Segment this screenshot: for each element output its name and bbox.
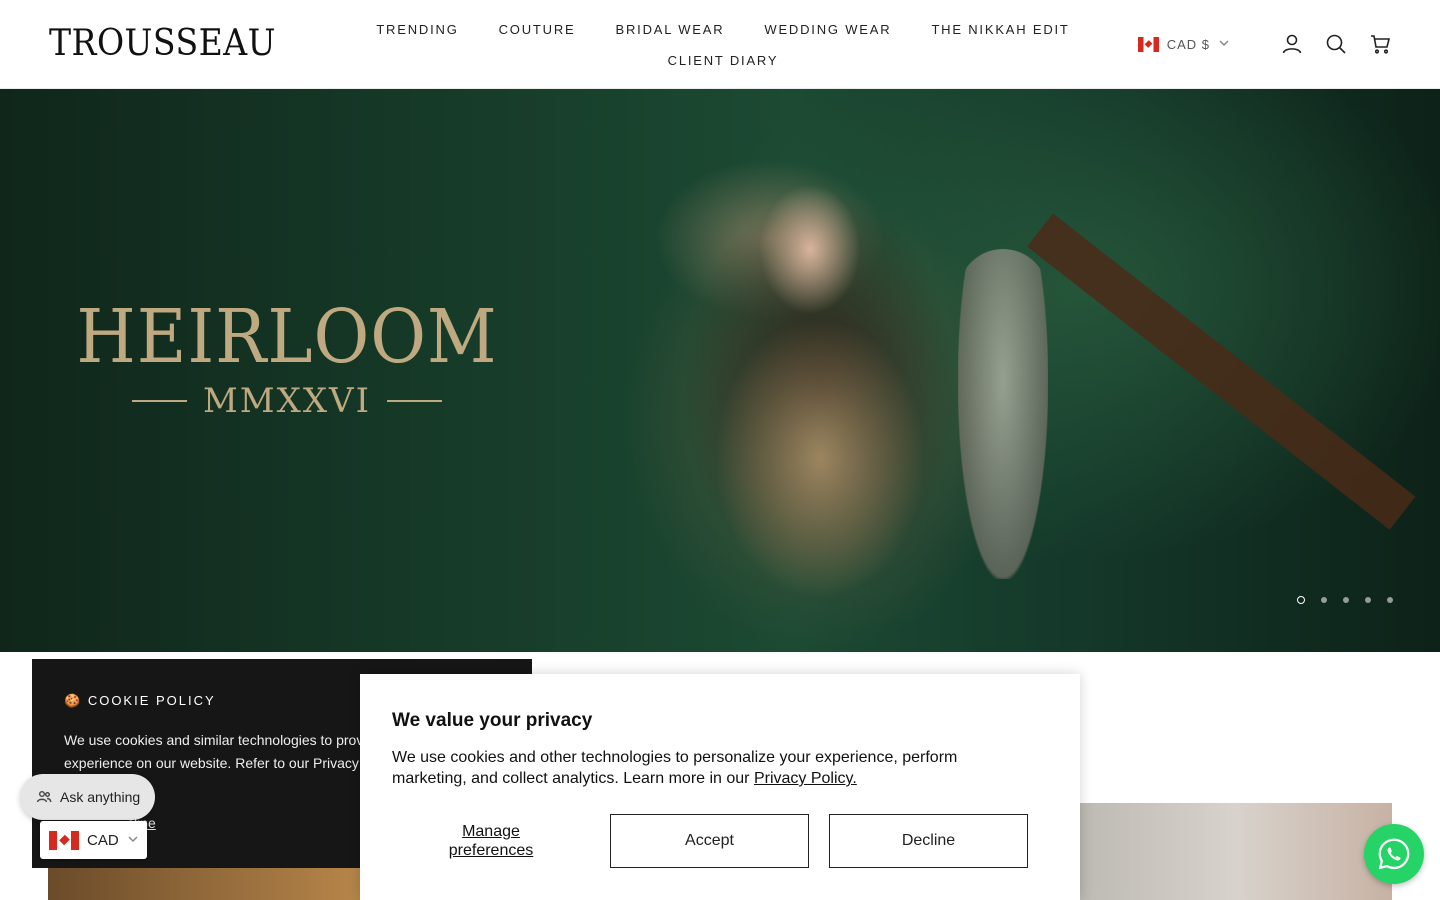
hero-banner[interactable]: HEIRLOOM MMXXVI <box>0 89 1440 652</box>
search-icon[interactable] <box>1324 32 1348 56</box>
people-icon <box>36 791 52 803</box>
product-image-right[interactable] <box>1080 803 1392 900</box>
divider <box>387 400 443 402</box>
canada-flag-icon <box>49 830 79 850</box>
chevron-down-icon <box>127 832 139 849</box>
privacy-policy-link[interactable]: Privacy Policy. <box>754 770 857 787</box>
divider <box>131 400 187 402</box>
hero-model-image <box>610 129 1030 652</box>
site-header: TROUSSEAU TRENDING COUTURE BRIDAL WEAR W… <box>0 0 1440 89</box>
slider-dot-4[interactable] <box>1365 597 1371 603</box>
privacy-text: We use cookies and other technologies to… <box>392 749 958 787</box>
accept-button[interactable]: Accept <box>610 814 809 868</box>
whatsapp-icon[interactable] <box>1364 824 1424 884</box>
hero-staircase <box>1027 213 1416 530</box>
hero-heading: HEIRLOOM MMXXVI <box>52 297 522 421</box>
privacy-consent-dialog: We value your privacy We use cookies and… <box>360 674 1080 900</box>
header-actions: CAD $ <box>1137 30 1392 58</box>
nav-item-nikkah-edit[interactable]: THE NIKKAH EDIT <box>931 22 1069 37</box>
currency-dropdown[interactable]: CAD <box>40 821 147 859</box>
cart-icon[interactable] <box>1368 32 1392 56</box>
nav-row-1: TRENDING COUTURE BRIDAL WEAR WEDDING WEA… <box>360 17 1086 41</box>
slider-dot-3[interactable] <box>1343 597 1349 603</box>
currency-selector[interactable]: CAD $ <box>1137 36 1230 52</box>
decline-button[interactable]: Decline <box>829 814 1028 868</box>
privacy-title: We value your privacy <box>392 710 593 731</box>
currency-dropdown-value: CAD <box>87 831 119 849</box>
hero-title: HEIRLOOM <box>76 294 498 380</box>
slider-dot-2[interactable] <box>1321 597 1327 603</box>
ask-anything-label: Ask anything <box>60 789 141 805</box>
hero-subtitle-row: MMXXVI <box>52 381 522 421</box>
manage-preferences-link[interactable]: Manage preferences <box>424 822 558 860</box>
currency-label: CAD $ <box>1166 36 1210 52</box>
slider-dot-5[interactable] <box>1387 597 1393 603</box>
product-image-left[interactable] <box>48 868 368 900</box>
main-nav: TRENDING COUTURE BRIDAL WEAR WEDDING WEA… <box>360 17 1086 72</box>
nav-item-client-diary[interactable]: CLIENT DIARY <box>668 53 779 68</box>
ask-anything-button[interactable]: Ask anything <box>20 774 155 820</box>
nav-row-2: CLIENT DIARY <box>360 48 1086 72</box>
hero-subtitle: MMXXVI <box>202 381 372 421</box>
nav-item-wedding-wear[interactable]: WEDDING WEAR <box>764 22 891 37</box>
account-icon[interactable] <box>1280 32 1304 56</box>
canada-flag-icon <box>1137 36 1159 52</box>
cookie-policy-title: 🍪 COOKIE POLICY <box>64 693 216 708</box>
slider-dot-1[interactable] <box>1297 596 1305 604</box>
nav-item-couture[interactable]: COUTURE <box>499 22 576 37</box>
chevron-down-icon <box>1218 37 1230 52</box>
logo[interactable]: TROUSSEAU <box>49 22 276 66</box>
nav-item-trending[interactable]: TRENDING <box>376 22 458 37</box>
slider-dots <box>1297 596 1393 604</box>
nav-item-bridal-wear[interactable]: BRIDAL WEAR <box>616 22 725 37</box>
